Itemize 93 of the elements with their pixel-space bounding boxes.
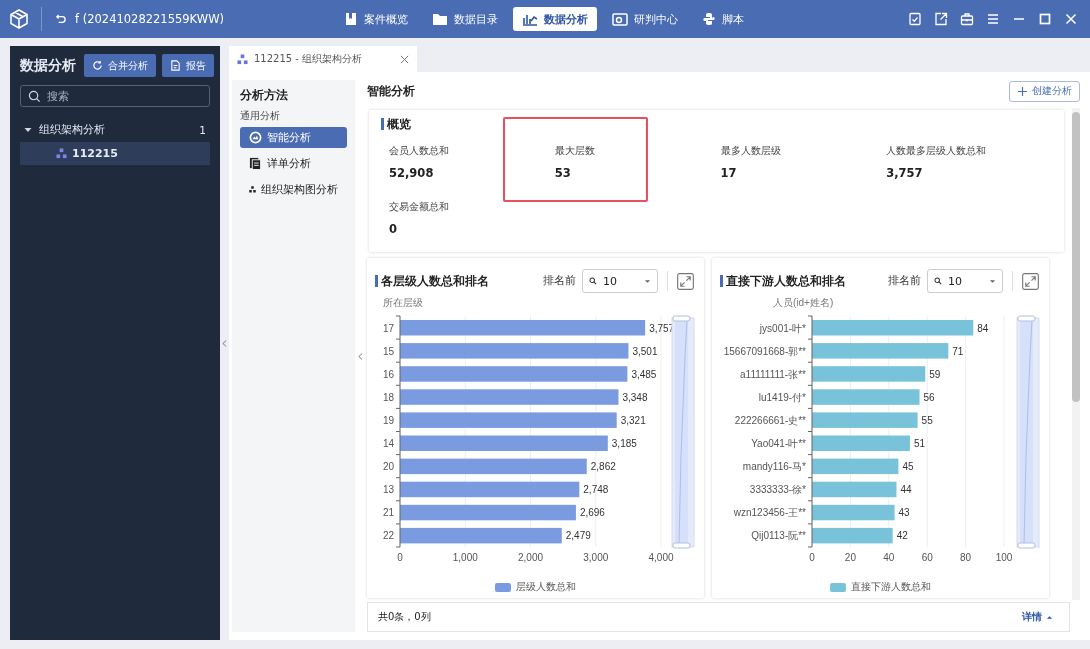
tick-label: 80	[960, 552, 972, 563]
nav-tab[interactable]: 研判中心	[602, 7, 687, 31]
category-label: mandy116-马*	[742, 461, 806, 473]
tick-label: 0	[809, 552, 815, 563]
value-label: 55	[921, 414, 933, 426]
legend-item[interactable]: 直接下游人数总和	[830, 580, 931, 594]
method-item[interactable]: 组织架构图分析	[240, 179, 347, 200]
stat-value: 3,757	[886, 166, 924, 180]
value-label: 3,501	[632, 345, 658, 357]
category-label: 14	[382, 438, 394, 449]
rank-select[interactable]: 10	[582, 269, 658, 293]
document-tab[interactable]: 112215 - 组织架构分析	[229, 46, 417, 72]
chart-title: 直接下游人数总和排名	[720, 275, 882, 287]
merge-analysis-button[interactable]: 合并分析	[84, 54, 156, 77]
card-title: 概览	[381, 118, 1052, 130]
category-label: 20	[382, 461, 394, 473]
tick-label: 20	[844, 552, 856, 563]
tick-label: 0	[397, 552, 403, 563]
value-label: 56	[923, 391, 935, 403]
method-item[interactable]: 详单分析	[240, 153, 347, 174]
value-label: 3,321	[620, 414, 646, 426]
nav-tab[interactable]: 案件概览	[334, 7, 417, 31]
stat-value: 0	[389, 222, 398, 236]
details-link[interactable]: 详情	[1016, 609, 1059, 625]
stat-value: 53	[554, 166, 572, 180]
value-label: 3,185	[611, 438, 637, 449]
category-label: 18	[382, 391, 394, 403]
nav-tab[interactable]: 数据目录	[422, 7, 507, 31]
value-label: 3,485	[631, 368, 657, 380]
methods-title: 分析方法	[240, 88, 289, 103]
category-label: 21	[382, 507, 394, 519]
rank-label: 排名前	[888, 274, 921, 288]
category-label: 222266661-史**	[734, 414, 806, 426]
category-label: 19	[382, 414, 394, 426]
tick-label: 2,000	[518, 552, 543, 563]
value-label: 2,696	[579, 507, 605, 519]
sidebar-title: 数据分析	[20, 56, 76, 75]
category-label: Qij0113-阮**	[751, 530, 806, 542]
tick-label: 100	[995, 552, 1013, 563]
category-label: 22	[382, 530, 394, 542]
summary-text: 共0条，0列	[378, 610, 431, 624]
axis-title: 所在层级	[382, 296, 424, 310]
category-label: 15	[382, 345, 394, 357]
stat-label: 最大层数	[554, 144, 596, 158]
legend-item[interactable]: 层级人数总和	[495, 580, 576, 594]
tick-label: 4,000	[648, 552, 674, 563]
category-label: lu1419-付*	[758, 391, 806, 403]
category-label: 16	[382, 368, 394, 380]
rank-select[interactable]: 10	[927, 269, 1003, 293]
value-label: 71	[952, 345, 964, 357]
category-label: 15667091668-郭**	[723, 345, 806, 357]
create-analysis-button[interactable]: 创建分析	[1009, 80, 1080, 102]
value-label: 2,748	[583, 484, 609, 496]
axis-title: 人员(id+姓名)	[772, 296, 835, 310]
tree-item[interactable]: 112215	[20, 142, 210, 165]
window-title: f (20241028221559KWW)	[75, 12, 224, 26]
method-item[interactable]: 智能分析	[240, 127, 347, 148]
section-title: 智能分析	[367, 83, 415, 99]
value-label: 3,348	[622, 391, 648, 403]
value-label: 59	[929, 368, 941, 380]
stat-label: 交易金额总和	[389, 200, 450, 214]
nav-tab[interactable]: 脚本	[692, 7, 753, 31]
value-label: 2,862	[590, 461, 616, 473]
nav-tab[interactable]: 数据分析	[512, 7, 597, 31]
tick-label: 60	[921, 552, 933, 563]
category-label: 13	[382, 484, 394, 496]
stat-label: 最多人数层级	[720, 144, 782, 158]
category-label: 3333333-徐*	[749, 484, 806, 496]
report-button[interactable]: 报告	[162, 54, 214, 77]
value-label: 84	[977, 322, 989, 334]
search-field[interactable]: 搜索	[20, 85, 210, 107]
value-label: 2,479	[565, 530, 591, 542]
category-label: jys001-叶*	[759, 322, 806, 334]
category-label: wzn123456-王**	[733, 507, 806, 519]
category-label: Yao041-叶**	[751, 438, 806, 449]
stat-value: 52,908	[389, 166, 435, 180]
stat-label: 会员人数总和	[389, 144, 450, 158]
value-label: 44	[900, 484, 912, 496]
value-label: 42	[896, 530, 908, 542]
group-label: 通用分析	[240, 109, 281, 123]
chart-title: 各层级人数总和排名	[375, 275, 537, 287]
stat-label: 人数最多层级人数总和	[886, 144, 988, 158]
tick-label: 1,000	[452, 552, 478, 563]
tree-node[interactable]: 组织架构分析 1	[20, 119, 210, 141]
value-label: 51	[913, 438, 926, 449]
tick-label: 40	[883, 552, 895, 563]
stat-value: 17	[720, 166, 738, 180]
tick-label: 3,000	[583, 552, 609, 563]
rank-label: 排名前	[543, 274, 576, 288]
value-label: 43	[898, 507, 910, 519]
category-label: a11111111-张**	[740, 368, 806, 380]
value-label: 45	[902, 461, 914, 473]
category-label: 17	[382, 322, 394, 334]
